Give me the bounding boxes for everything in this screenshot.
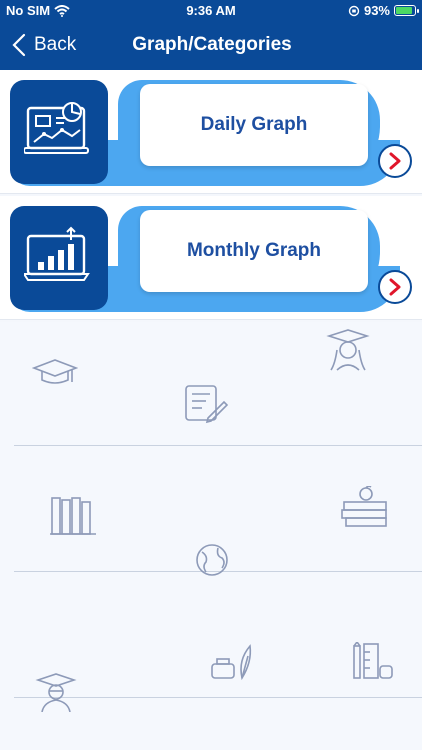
- books-icon: [50, 496, 98, 541]
- card-label-box: Monthly Graph: [140, 210, 368, 292]
- battery-percent: 93%: [363, 3, 390, 18]
- card-label-box: Daily Graph: [140, 84, 368, 166]
- card-icon-box: [10, 80, 108, 184]
- category-card-daily-graph[interactable]: Daily Graph: [0, 70, 422, 194]
- chevron-right-icon: [389, 278, 401, 296]
- status-right: 93%: [348, 3, 419, 18]
- bar-chart-laptop-icon: [24, 226, 90, 281]
- battery-icon: [394, 5, 419, 16]
- books-apple-icon: [340, 485, 390, 535]
- card-icon-box: [10, 206, 108, 310]
- app-header: No SIM 9:36 AM 93% Back Graph/Categories: [0, 0, 422, 70]
- open-daily-graph-button[interactable]: [378, 144, 412, 178]
- analytics-monitor-icon: [24, 102, 89, 154]
- student-girl-icon: [323, 328, 373, 377]
- card-label-daily-graph: Daily Graph: [200, 114, 308, 135]
- decorative-background: [0, 322, 422, 750]
- globe-icon: [192, 542, 232, 585]
- card-label-monthly-graph: Monthly Graph: [186, 240, 322, 261]
- stationery-icon: [350, 640, 396, 687]
- graduation-cap-icon: [31, 356, 79, 397]
- graduate-student-icon: [34, 672, 78, 717]
- orientation-lock-icon: [348, 5, 360, 16]
- navigation-bar: Back Graph/Categories: [0, 20, 422, 70]
- open-monthly-graph-button[interactable]: [378, 270, 412, 304]
- divider: [14, 445, 422, 446]
- chevron-right-icon: [389, 152, 401, 170]
- ink-quill-icon: [208, 642, 256, 687]
- page-title: Graph/Categories: [132, 34, 292, 55]
- document-edit-icon: [184, 384, 229, 429]
- category-card-monthly-graph[interactable]: Monthly Graph: [0, 196, 422, 320]
- status-bar: No SIM 9:36 AM 93%: [0, 0, 422, 20]
